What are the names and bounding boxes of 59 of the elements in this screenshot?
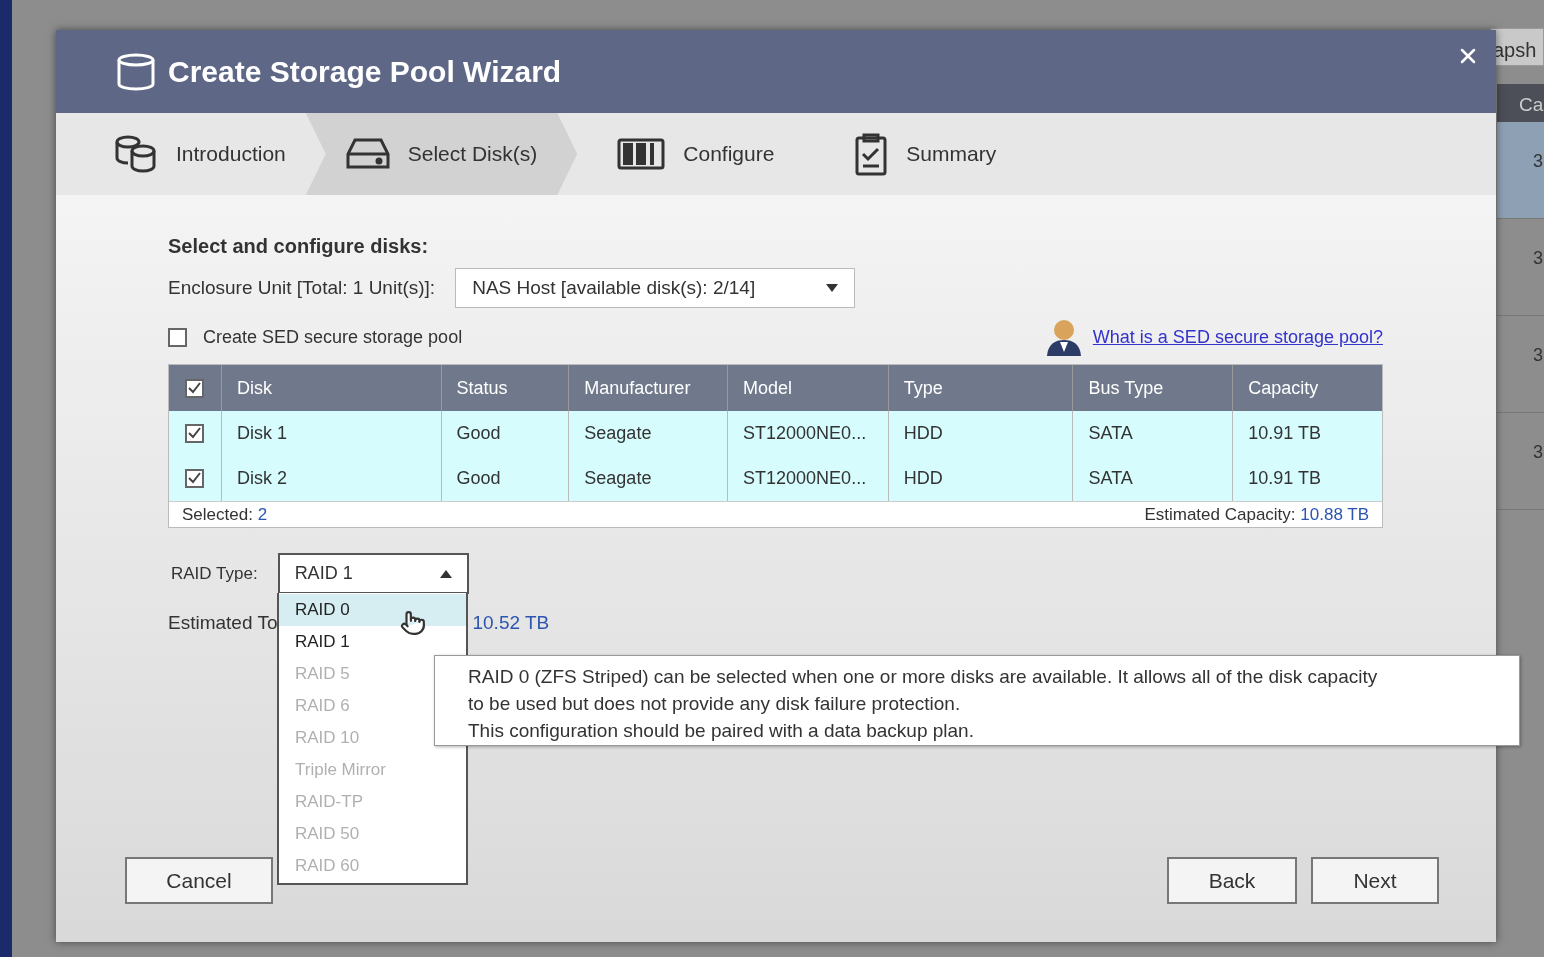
table-row[interactable]: Disk 2 Good Seagate ST12000NE0... HDD SATA 10.91 TB — [169, 456, 1382, 501]
table-cell-text: Seagate — [584, 467, 652, 490]
table-cell-text: HDD — [903, 467, 943, 490]
dropdown-arrow-icon — [826, 284, 839, 292]
next-button[interactable]: Next — [1311, 857, 1439, 904]
disk-array-icon — [617, 137, 666, 171]
raid-option[interactable]: RAID 1 — [279, 626, 466, 658]
table-cell-text: SATA — [1088, 467, 1133, 490]
table-cell-text: Good — [456, 422, 501, 445]
clipboard-icon — [854, 132, 889, 176]
raid-option[interactable]: RAID 0 — [279, 594, 466, 626]
tooltip-text: This configuration should be paired with a data backup plan. — [468, 719, 975, 743]
selected-count: Selected: 2 — [182, 503, 268, 526]
wizard-step[interactable]: Introduction — [114, 113, 306, 195]
wizard-step[interactable]: Configure — [577, 113, 815, 195]
wizard-step[interactable]: Select Disk(s) — [305, 113, 578, 195]
table-cell-text: Disk 2 — [236, 467, 287, 490]
dropdown-arrow-icon — [439, 569, 452, 578]
table-cell-text: Good — [456, 467, 501, 490]
check-icon — [188, 427, 202, 440]
background-row: 3 — [1497, 122, 1544, 219]
raid-type-select[interactable]: RAID 1 — [277, 553, 469, 594]
tooltip-text: RAID 0 (ZFS Striped) can be selected when one or more disks are available. It allows all of the disk capacity — [468, 665, 1379, 689]
enclosure-select[interactable]: NAS Host [available disk(s): 2/14] — [455, 268, 856, 308]
estimated-total-value: 10.52 TB — [472, 610, 550, 635]
wizard-step[interactable]: Summary — [814, 113, 1037, 195]
select-all-checkbox[interactable] — [185, 378, 205, 398]
back-button[interactable]: Back — [1167, 857, 1297, 904]
database-icon — [116, 51, 156, 92]
hand-cursor-icon — [400, 610, 426, 636]
column-header: Capacity — [1247, 376, 1320, 400]
row-checkbox[interactable] — [185, 424, 205, 443]
cancel-button[interactable]: Cancel — [125, 857, 273, 904]
table-cell-text: Seagate — [584, 422, 652, 445]
estimated-total-label: Estimated To — [168, 610, 278, 635]
table-cell-text: 10.91 TB — [1248, 422, 1321, 445]
window-title: Create Storage Pool Wizard — [168, 54, 562, 90]
help-link[interactable]: What is a SED secure storage pool? — [1092, 323, 1383, 351]
table-cell-text: SATA — [1088, 422, 1133, 445]
table-cell-text: ST12000NE0... — [743, 467, 867, 490]
table-cell-text: 10.91 TB — [1248, 467, 1321, 490]
estimated-capacity: Estimated Capacity: 10.88 TB — [1144, 503, 1369, 526]
background-column-header: Ca — [1497, 84, 1544, 122]
cylinders-icon — [114, 134, 158, 174]
row-checkbox[interactable] — [185, 469, 205, 488]
table-row[interactable]: Disk 1 Good Seagate ST12000NE0... HDD SATA 10.91 TB — [169, 411, 1382, 456]
enclosure-label: Enclosure Unit [Total: 1 Unit(s)]: — [168, 275, 436, 300]
sed-label: Create SED secure storage pool — [203, 325, 463, 349]
check-icon — [188, 472, 202, 485]
table-cell-text: HDD — [903, 422, 943, 445]
check-icon — [188, 381, 202, 395]
section-title: Select and configure disks: — [168, 234, 430, 255]
raid-type-label: RAID Type: — [171, 562, 258, 585]
tooltip-text: to be used but does not provide any disk failure protection. — [468, 692, 962, 716]
person-icon — [1044, 318, 1083, 356]
sed-checkbox[interactable] — [168, 327, 187, 347]
drive-icon — [345, 137, 390, 171]
table-cell-text: Disk 1 — [236, 422, 287, 445]
table-cell-text: ST12000NE0... — [743, 422, 867, 445]
